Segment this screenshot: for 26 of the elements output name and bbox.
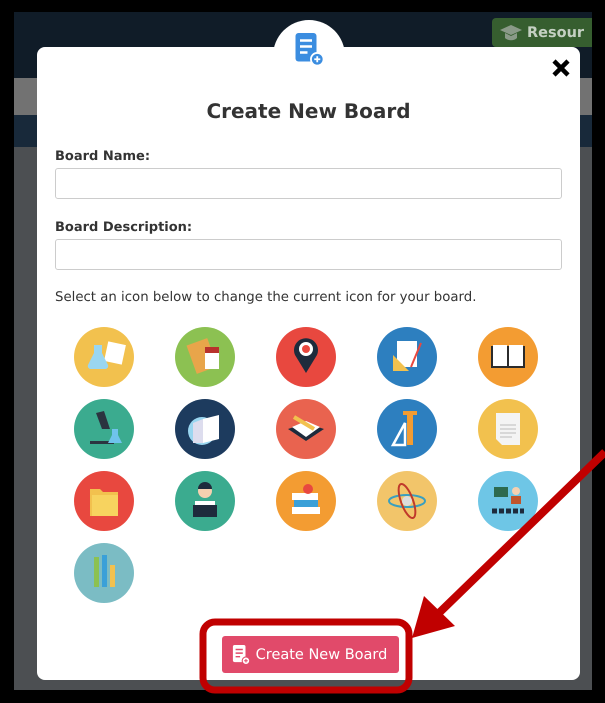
graduation-cap-icon	[500, 24, 522, 40]
notebook-icon[interactable]	[175, 327, 235, 387]
folder-icon[interactable]	[74, 471, 134, 531]
reader-icon[interactable]	[175, 471, 235, 531]
microscope-icon[interactable]	[74, 399, 134, 459]
ruler-icon[interactable]	[377, 399, 437, 459]
input-field[interactable]	[55, 239, 562, 270]
map-pin-icon[interactable]	[276, 327, 336, 387]
input-field[interactable]	[55, 168, 562, 199]
field-label: Board Name:	[55, 149, 152, 164]
create-board-button[interactable]: Create New Board	[222, 636, 400, 673]
books-icon[interactable]	[276, 471, 336, 531]
close-icon[interactable]	[551, 58, 571, 78]
open-book-icon[interactable]	[175, 399, 235, 459]
document-add-icon	[294, 33, 324, 66]
geometry-icon[interactable]	[377, 327, 437, 387]
writing-icon[interactable]	[276, 399, 336, 459]
pencils-icon[interactable]	[74, 543, 134, 603]
classroom-icon[interactable]	[478, 471, 538, 531]
dialog-title: Create New Board	[205, 99, 412, 123]
book-icon[interactable]	[478, 327, 538, 387]
document-add-icon	[232, 644, 250, 664]
atom-icon[interactable]	[377, 471, 437, 531]
resources-button[interactable]: Resour	[492, 18, 592, 47]
icon-hint: Select an icon below to change the current icon for your board.	[55, 290, 478, 305]
field-label: Board Description:	[55, 220, 194, 235]
